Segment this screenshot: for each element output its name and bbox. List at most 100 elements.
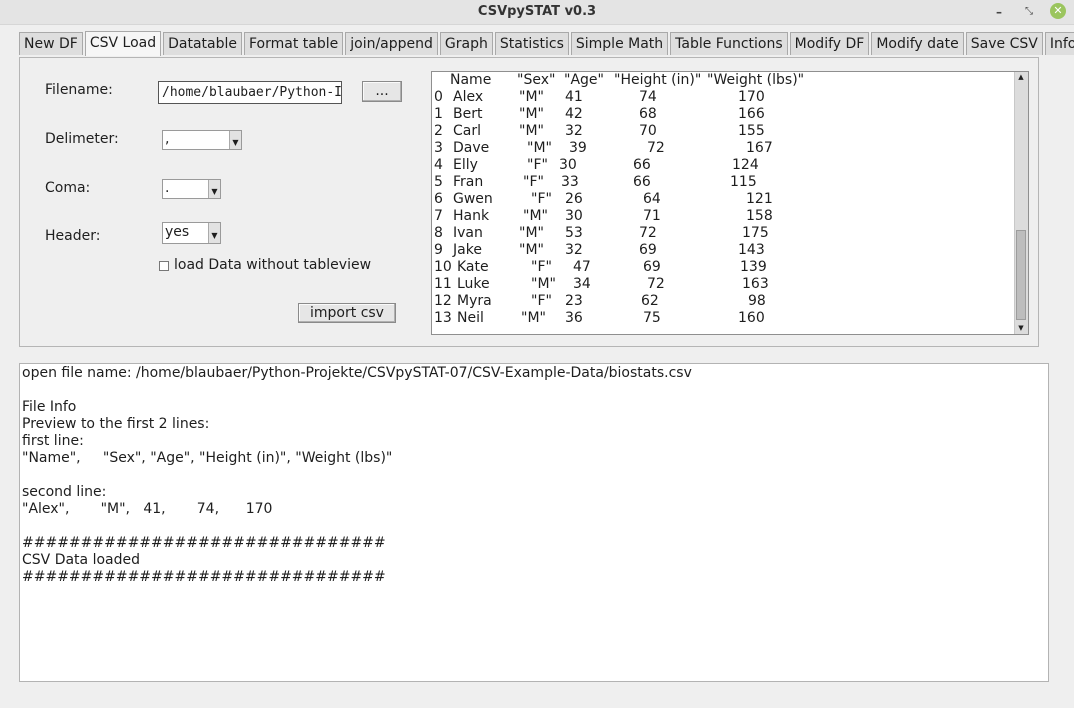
tab-table-functions[interactable]: Table Functions: [670, 32, 788, 55]
log-line: ###############################: [22, 535, 386, 551]
table-row-index: 3: [434, 140, 443, 156]
tab-save-csv[interactable]: Save CSV: [965, 32, 1043, 55]
table-cell: Luke: [457, 276, 490, 292]
table-cell: "F": [531, 259, 552, 275]
table-row-index: 7: [434, 208, 443, 224]
table-row-index: 2: [434, 123, 443, 139]
table-scrollbar[interactable]: ▲ ▼: [1014, 72, 1028, 334]
table-cell: 160: [738, 310, 765, 326]
table-cell: 30: [559, 157, 577, 173]
tab-join-append[interactable]: join/append: [345, 32, 438, 55]
table-cell: 62: [641, 293, 659, 309]
window-title: CSVpySTAT v0.3: [477, 4, 597, 19]
table-row-index: 6: [434, 191, 443, 207]
filename-field[interactable]: /home/blaubaer/Python-I: [158, 81, 342, 104]
table-header-cell: "Sex": [517, 72, 556, 88]
table-cell: 175: [742, 225, 769, 241]
table-cell: 36: [565, 310, 583, 326]
tab-info[interactable]: Info: [1044, 32, 1074, 55]
table-cell: 64: [643, 191, 661, 207]
close-icon[interactable]: ✕: [1050, 3, 1066, 19]
scroll-down-icon[interactable]: ▼: [1015, 323, 1027, 334]
import-csv-button[interactable]: import csv: [298, 303, 396, 323]
load-without-tableview-checkbox[interactable]: [159, 261, 169, 271]
tab-simple-math[interactable]: Simple Math: [570, 32, 669, 55]
tab-csv-load[interactable]: CSV Load: [84, 31, 162, 56]
table-row-index: 11: [434, 276, 452, 292]
table-cell: "M": [519, 123, 544, 139]
chevron-down-icon: ▼: [208, 223, 220, 243]
table-cell: "F": [523, 174, 544, 190]
tab-format-table[interactable]: Format table: [244, 32, 344, 55]
table-cell: Carl: [453, 123, 481, 139]
table-cell: "M": [519, 106, 544, 122]
coma-value: .: [165, 180, 170, 196]
log-line: ###############################: [22, 569, 386, 585]
chevron-down-icon: ▼: [208, 180, 220, 198]
table-cell: "F": [531, 191, 552, 207]
table-cell: Ivan: [453, 225, 483, 241]
table-row-index: 13: [434, 310, 452, 326]
tab-new-df[interactable]: New DF: [19, 32, 83, 55]
table-cell: 170: [738, 89, 765, 105]
delimiter-label: Delimeter:: [45, 131, 119, 147]
minimize-icon[interactable]: –: [990, 3, 1008, 21]
table-cell: 42: [565, 106, 583, 122]
tab-modify-date[interactable]: Modify date: [871, 32, 964, 55]
table-cell: 98: [748, 293, 766, 309]
table-header-cell: "Weight (lbs)": [707, 72, 805, 88]
table-row-index: 9: [434, 242, 443, 258]
table-cell: "M": [519, 242, 544, 258]
browse-button[interactable]: ...: [362, 81, 402, 102]
table-cell: 72: [639, 225, 657, 241]
table-cell: "F": [531, 293, 552, 309]
coma-select[interactable]: . ▼: [162, 179, 221, 199]
tab-statistics[interactable]: Statistics: [494, 32, 569, 55]
table-cell: Dave: [453, 140, 490, 156]
coma-label: Coma:: [45, 180, 91, 196]
table-header-cell: "Age": [564, 72, 604, 88]
table-cell: 121: [746, 191, 773, 207]
table-cell: Kate: [457, 259, 489, 275]
table-row-index: 1: [434, 106, 443, 122]
table-cell: 167: [746, 140, 773, 156]
tab-graph[interactable]: Graph: [439, 32, 493, 55]
tab-datatable[interactable]: Datatable: [163, 32, 242, 55]
log-line: "Alex", "M", 41, 74, 170: [22, 501, 273, 517]
table-cell: 69: [639, 242, 657, 258]
table-cell: 72: [647, 140, 665, 156]
table-cell: 72: [647, 276, 665, 292]
table-cell: 74: [639, 89, 657, 105]
table-cell: 34: [573, 276, 591, 292]
table-cell: 30: [565, 208, 583, 224]
table-cell: "F": [527, 157, 548, 173]
table-row-index: 4: [434, 157, 443, 173]
table-cell: "M": [521, 310, 546, 326]
scroll-up-icon[interactable]: ▲: [1015, 72, 1027, 83]
table-cell: "M": [531, 276, 556, 292]
table-cell: 41: [565, 89, 583, 105]
table-row-index: 8: [434, 225, 443, 241]
table-cell: "M": [527, 140, 552, 156]
table-cell: 26: [565, 191, 583, 207]
table-cell: Fran: [453, 174, 484, 190]
table-cell: Jake: [453, 242, 482, 258]
table-cell: 71: [643, 208, 661, 224]
delimiter-select[interactable]: , ▼: [162, 130, 242, 150]
filename-label: Filename:: [45, 82, 113, 98]
table-cell: 23: [565, 293, 583, 309]
table-cell: 155: [738, 123, 765, 139]
maximize-icon[interactable]: ⤡: [1020, 3, 1038, 21]
header-select[interactable]: yes ▼: [162, 222, 221, 244]
log-output[interactable]: open file name: /home/blaubaer/Python-Pr…: [19, 363, 1049, 682]
table-preview[interactable]: Name "Sex" "Age" "Height (in)" "Weight (lbs)…: [431, 71, 1029, 335]
table-header-cell: "Height (in)": [614, 72, 702, 88]
log-line: second line:: [22, 484, 107, 500]
table-cell: 66: [633, 174, 651, 190]
table-header-cell: Name: [450, 72, 492, 88]
scrollbar-thumb[interactable]: [1016, 230, 1026, 320]
table-cell: "M": [523, 208, 548, 224]
log-line: CSV Data loaded: [22, 552, 140, 568]
table-cell: Hank: [453, 208, 490, 224]
tab-modify-df[interactable]: Modify DF: [789, 32, 870, 55]
